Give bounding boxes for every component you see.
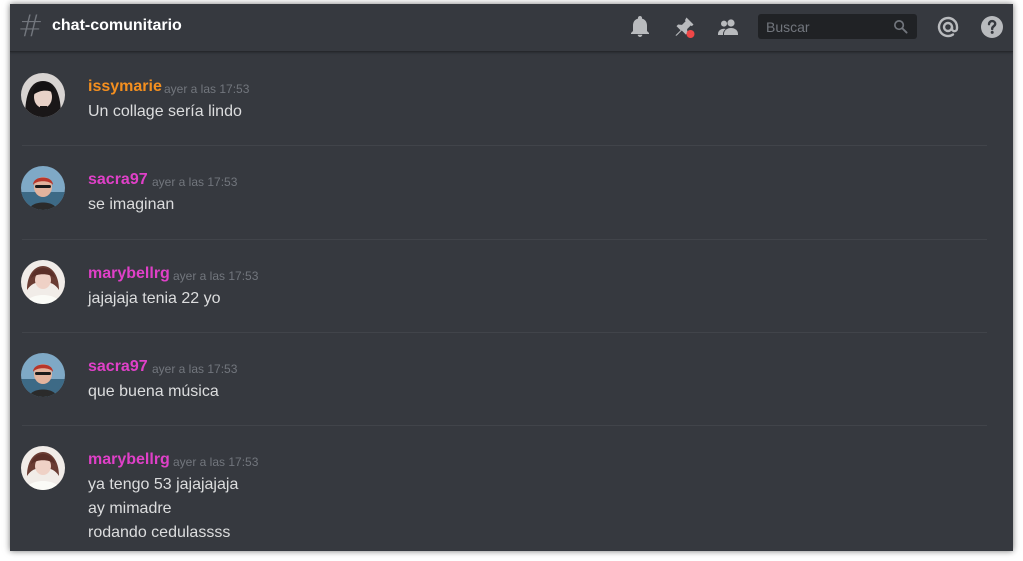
message-divider	[22, 145, 987, 146]
avatar-marybellrg[interactable]	[21, 446, 65, 490]
avatar-sacra97[interactable]	[21, 166, 65, 210]
message-text: jajajaja tenia 22 yo	[88, 290, 221, 307]
members-icon[interactable]	[716, 15, 740, 39]
message-text: rodando cedulassss	[88, 524, 231, 541]
message-list: issymarie ayer a las 17:53 Un collage se…	[10, 53, 1013, 551]
chat-window: # chat-comunitario Buscar issymarie ayer…	[10, 4, 1013, 551]
message-username[interactable]: marybellrg	[88, 450, 170, 470]
message-timestamp: ayer a las 17:53	[164, 82, 250, 96]
help-icon[interactable]	[980, 15, 1004, 39]
channel-hash-icon: #	[18, 9, 44, 44]
search-box[interactable]	[758, 14, 917, 39]
search-input[interactable]	[758, 14, 888, 39]
avatar-marybellrg[interactable]	[21, 260, 65, 304]
message-timestamp: ayer a las 17:53	[152, 175, 238, 189]
avatar-issymarie[interactable]	[21, 73, 65, 117]
pin-icon[interactable]	[672, 15, 696, 39]
message-timestamp: ayer a las 17:53	[173, 269, 259, 283]
avatar-sacra97[interactable]	[21, 353, 65, 397]
message-timestamp: ayer a las 17:53	[173, 455, 259, 469]
message-divider	[22, 332, 987, 333]
message-divider	[22, 239, 987, 240]
message-timestamp: ayer a las 17:53	[152, 362, 238, 376]
channel-header: # chat-comunitario	[10, 4, 1013, 52]
message-divider	[22, 425, 987, 426]
message-text: ay mimadre	[88, 500, 172, 517]
message-username[interactable]: marybellrg	[88, 264, 170, 284]
message-text: que buena música	[88, 383, 219, 400]
message-text: ya tengo 53 jajajajaja	[88, 476, 239, 493]
message-username[interactable]: sacra97	[88, 357, 148, 377]
message-text: Un collage sería lindo	[88, 103, 242, 120]
channel-name: chat-comunitario	[52, 17, 182, 34]
bell-icon[interactable]	[628, 15, 652, 39]
message-username[interactable]: sacra97	[88, 170, 148, 190]
search-icon[interactable]	[893, 19, 908, 34]
message-text: se imaginan	[88, 196, 175, 213]
mention-icon[interactable]	[936, 15, 960, 39]
message-username[interactable]: issymarie	[88, 77, 162, 97]
